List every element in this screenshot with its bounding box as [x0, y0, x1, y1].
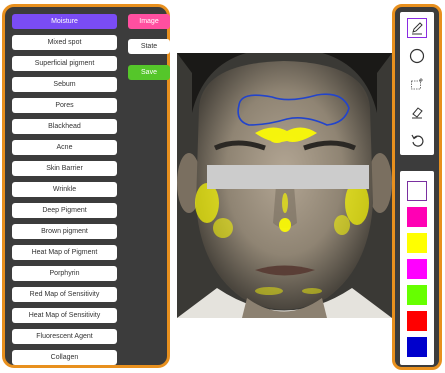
- rectangle-icon[interactable]: [407, 74, 427, 94]
- category-red-map-sensitivity-button[interactable]: Red Map of Sensitivity: [12, 287, 117, 302]
- privacy-bar: [207, 165, 369, 189]
- drawing-tools: [400, 12, 434, 155]
- color-swatch-red[interactable]: [407, 311, 427, 331]
- undo-icon[interactable]: [407, 130, 427, 150]
- category-acne-button[interactable]: Acne: [12, 140, 117, 155]
- category-heat-map-sensitivity-button[interactable]: Heat Map of Sensitivity: [12, 308, 117, 323]
- category-porphyrin-button[interactable]: Porphyrin: [12, 266, 117, 281]
- category-skin-barrier-button[interactable]: Skin Barrier: [12, 161, 117, 176]
- category-brown-pigment-button[interactable]: Brown pigment: [12, 224, 117, 239]
- color-swatch-pink[interactable]: [407, 207, 427, 227]
- state-button[interactable]: State: [128, 39, 170, 54]
- category-moisture-button[interactable]: Moisture: [12, 14, 117, 29]
- category-panel: Moisture Mixed spot Superficial pigment …: [2, 4, 170, 368]
- tool-panel: [392, 4, 442, 370]
- category-fluorescent-agent-button[interactable]: Fluorescent Agent: [12, 329, 117, 344]
- image-button[interactable]: Image: [128, 14, 170, 29]
- color-palette: [400, 171, 434, 365]
- category-pores-button[interactable]: Pores: [12, 98, 117, 113]
- category-blackhead-button[interactable]: Blackhead: [12, 119, 117, 134]
- color-swatch-magenta[interactable]: [407, 259, 427, 279]
- save-button[interactable]: Save: [128, 65, 170, 80]
- color-swatch-green[interactable]: [407, 285, 427, 305]
- category-collagen-button[interactable]: Collagen: [12, 350, 117, 365]
- category-deep-pigment-button[interactable]: Deep Pigment: [12, 203, 117, 218]
- color-swatch-white[interactable]: [407, 181, 427, 201]
- category-superficial-pigment-button[interactable]: Superficial pigment: [12, 56, 117, 71]
- color-swatch-blue[interactable]: [407, 337, 427, 357]
- face-analysis-image[interactable]: [177, 53, 392, 318]
- category-heat-map-pigment-button[interactable]: Heat Map of Pigment: [12, 245, 117, 260]
- eraser-icon[interactable]: [407, 102, 427, 122]
- pen-icon[interactable]: [407, 18, 427, 38]
- category-sebum-button[interactable]: Sebum: [12, 77, 117, 92]
- face-photo: [177, 53, 392, 318]
- color-swatch-yellow[interactable]: [407, 233, 427, 253]
- category-wrinkle-button[interactable]: Wrinkle: [12, 182, 117, 197]
- circle-icon[interactable]: [407, 46, 427, 66]
- category-mixed-spot-button[interactable]: Mixed spot: [12, 35, 117, 50]
